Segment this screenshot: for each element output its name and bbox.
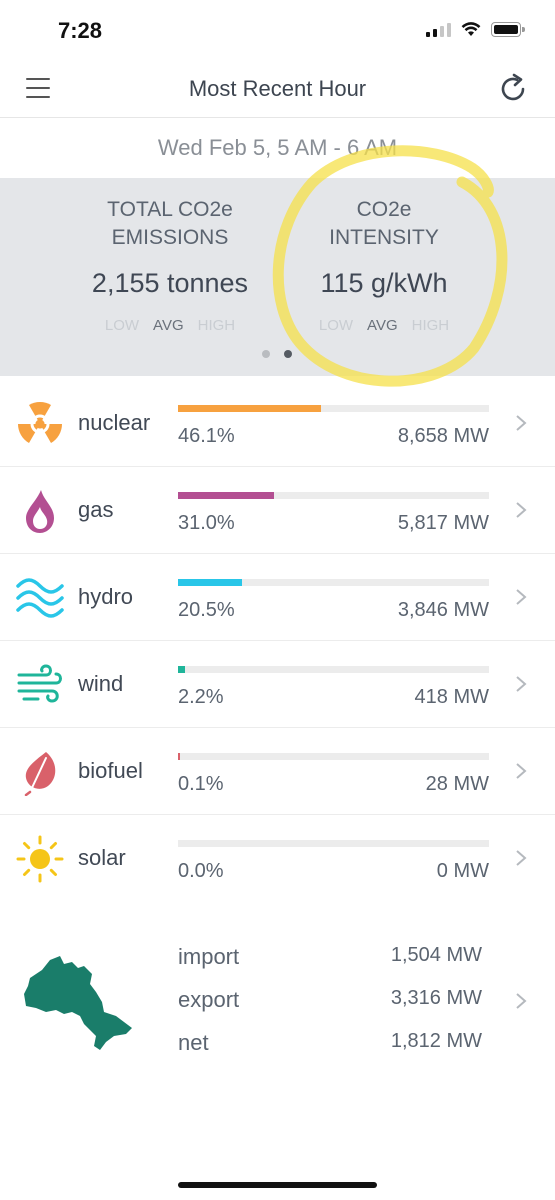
interchange-row-net: net 1,812 MW: [178, 1030, 482, 1060]
source-output: 3,846 MW: [397, 599, 489, 621]
emissions-scale: LOW AVG HIGH: [70, 317, 270, 334]
chevron-right-icon[interactable]: [515, 501, 527, 519]
intensity-scale: LOW AVG HIGH: [284, 317, 484, 334]
source-percent: 0.1%: [178, 773, 224, 795]
chevron-right-icon[interactable]: [515, 762, 527, 780]
wifi-icon: [461, 22, 481, 36]
flame-icon: [26, 490, 54, 533]
page-dot[interactable]: [262, 350, 270, 358]
source-name: wind: [78, 671, 124, 696]
source-output: 8,658 MW: [397, 425, 489, 447]
interchange-label: export: [178, 987, 240, 1012]
source-output: 28 MW: [425, 773, 489, 795]
source-name: biofuel: [78, 758, 143, 783]
source-row-hydro[interactable]: hydro 20.5% 3,846 MW: [0, 554, 555, 641]
chevron-right-icon[interactable]: [515, 849, 527, 867]
wind-icon: [17, 664, 62, 703]
scale-low: LOW: [104, 317, 140, 334]
source-percent: 46.1%: [178, 425, 235, 447]
source-output: 418 MW: [414, 686, 489, 708]
page-indicator[interactable]: [262, 350, 292, 358]
share-bar: [178, 840, 489, 847]
interchange-row-import: import 1,504 MW: [178, 944, 482, 974]
source-row-biofuel[interactable]: biofuel 0.1% 28 MW: [0, 728, 555, 815]
interchange-section[interactable]: import 1,504 MW export 3,316 MW net 1,81…: [0, 930, 555, 1060]
scale-high: HIGH: [197, 317, 236, 334]
page-title: Most Recent Hour: [188, 76, 367, 101]
nav-bar: Most Recent Hour: [0, 62, 555, 118]
chevron-right-icon[interactable]: [515, 588, 527, 606]
page-dot-active[interactable]: [284, 350, 292, 358]
share-bar: [178, 492, 489, 499]
generation-source-list: nuclear 46.1% 8,658 MW gas 31.0% 5,817 M…: [0, 380, 555, 902]
source-output: 5,817 MW: [397, 512, 489, 534]
share-bar: [178, 405, 489, 412]
home-indicator[interactable]: [178, 1182, 377, 1188]
ontario-map-icon: [24, 956, 132, 1050]
emissions-label-line1: TOTAL CO2e: [107, 198, 233, 221]
share-bar-fill: [178, 579, 242, 586]
interchange-label: net: [178, 1030, 209, 1055]
chevron-right-icon[interactable]: [515, 675, 527, 693]
source-row-nuclear[interactable]: nuclear 46.1% 8,658 MW: [0, 380, 555, 467]
status-bar: 7:28: [0, 0, 555, 62]
source-percent: 20.5%: [178, 599, 235, 621]
share-bar-fill: [178, 666, 185, 673]
source-row-solar[interactable]: solar 0.0% 0 MW: [0, 815, 555, 902]
share-bar-fill: [178, 492, 275, 499]
radiation-icon: [18, 402, 62, 443]
battery-icon: [491, 22, 525, 37]
source-row-gas[interactable]: gas 31.0% 5,817 MW: [0, 467, 555, 554]
interchange-value: 1,504 MW: [390, 944, 482, 966]
chevron-right-icon[interactable]: [515, 414, 527, 432]
total-emissions-metric: TOTAL CO2e EMISSIONS 2,155 tonnes LOW AV…: [70, 196, 270, 334]
interchange-label: import: [178, 944, 240, 969]
source-row-wind[interactable]: wind 2.2% 418 MW: [0, 641, 555, 728]
chevron-right-icon[interactable]: [515, 992, 527, 1010]
water-waves-icon: [16, 578, 64, 618]
source-percent: 31.0%: [178, 512, 235, 534]
source-percent: 2.2%: [178, 686, 224, 708]
share-bar: [178, 579, 489, 586]
source-name: solar: [78, 845, 126, 870]
interchange-value: 1,812 MW: [390, 1030, 482, 1052]
source-name: nuclear: [78, 410, 151, 435]
scale-high: HIGH: [411, 317, 450, 334]
date-range: Wed Feb 5, 5 AM - 6 AM: [157, 135, 398, 160]
co2e-intensity-metric: CO2e INTENSITY 115 g/kWh LOW AVG HIGH: [284, 196, 484, 334]
share-bar-fill: [178, 753, 180, 760]
share-bar-fill: [178, 405, 322, 412]
scale-low: LOW: [318, 317, 354, 334]
source-name: hydro: [78, 584, 134, 609]
intensity-label-line1: CO2e: [356, 198, 412, 221]
interchange-value: 3,316 MW: [390, 987, 482, 1009]
source-percent: 0.0%: [178, 860, 224, 882]
status-time: 7:28: [58, 18, 103, 43]
interchange-row-export: export 3,316 MW: [178, 987, 482, 1017]
refresh-icon[interactable]: [499, 72, 529, 106]
source-name: gas: [78, 497, 114, 522]
leaf-icon: [24, 752, 56, 796]
emissions-label-line2: EMISSIONS: [111, 226, 229, 249]
share-bar: [178, 666, 489, 673]
scale-avg: AVG: [153, 317, 184, 334]
emissions-value: 2,155 tonnes: [91, 268, 249, 298]
sun-icon: [16, 835, 64, 883]
cellular-signal-icon: [426, 22, 451, 37]
intensity-label-line2: INTENSITY: [329, 226, 439, 249]
status-icons: [426, 22, 525, 37]
summary-carousel[interactable]: TOTAL CO2e EMISSIONS 2,155 tonnes LOW AV…: [0, 178, 555, 376]
share-bar: [178, 753, 489, 760]
source-output: 0 MW: [436, 860, 489, 882]
scale-avg: AVG: [367, 317, 398, 334]
intensity-value: 115 g/kWh: [320, 268, 448, 298]
